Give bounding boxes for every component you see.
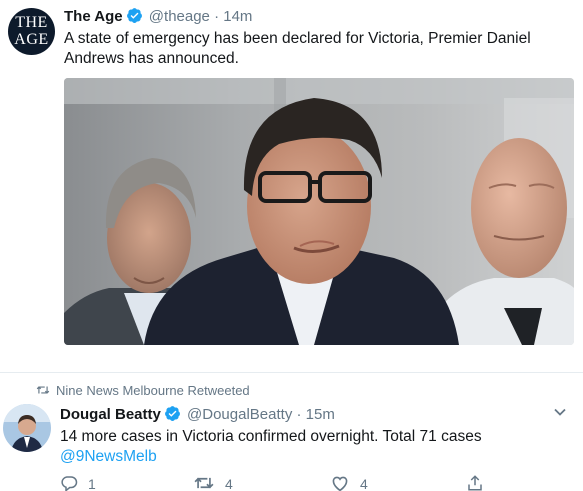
author-handle[interactable]: @theage xyxy=(149,8,210,25)
verified-badge-icon xyxy=(126,8,142,23)
heart-icon xyxy=(332,476,348,491)
like-count: 4 xyxy=(360,476,368,491)
retweet-count: 4 xyxy=(225,476,233,491)
share-icon xyxy=(468,475,482,491)
mention-link[interactable]: @9NewsMelb xyxy=(60,448,157,465)
avatar-the-age[interactable]: THE AGE xyxy=(8,8,55,55)
retweet-button[interactable]: 4 xyxy=(193,474,233,491)
retweet-icon xyxy=(36,386,50,394)
chevron-down-icon[interactable] xyxy=(553,405,567,419)
tweet-timestamp[interactable]: 14m xyxy=(223,8,252,25)
author-handle[interactable]: @DougalBeatty xyxy=(187,406,292,423)
like-button[interactable]: 4 xyxy=(330,474,368,491)
reply-count: 1 xyxy=(88,476,96,491)
avatar-logo-line2: AGE xyxy=(14,31,49,48)
avatar-logo-line1: THE xyxy=(15,14,48,31)
author-name[interactable]: Dougal Beatty xyxy=(60,406,161,423)
avatar-dougal-beatty[interactable] xyxy=(3,404,51,452)
verified-badge-icon xyxy=(164,406,180,421)
tweet-the-age[interactable]: THE AGE The Age @theage · 14m A state of… xyxy=(0,0,583,372)
press-conference-photo xyxy=(64,78,574,345)
tweet-header: Dougal Beatty @DougalBeatty · 15m xyxy=(60,405,335,423)
tweet-divider xyxy=(0,372,583,373)
tweet-text: 14 more cases in Victoria confirmed over… xyxy=(60,427,570,467)
tweet-text-body: 14 more cases in Victoria confirmed over… xyxy=(60,428,482,445)
tweet-actions: 1 4 4 xyxy=(60,474,540,491)
share-button[interactable] xyxy=(466,474,494,491)
retweet-icon xyxy=(194,477,214,489)
tweet-timestamp[interactable]: 15m xyxy=(306,406,335,423)
tweet-text: A state of emergency has been declared f… xyxy=(64,30,531,67)
reply-button[interactable]: 1 xyxy=(60,474,96,491)
retweet-context[interactable]: Nine News Melbourne Retweeted xyxy=(36,383,250,398)
reply-icon xyxy=(61,476,78,491)
author-name[interactable]: The Age xyxy=(64,8,123,25)
tweet-photo[interactable] xyxy=(64,78,574,345)
separator-dot: · xyxy=(214,8,220,25)
tweet-header: The Age @theage · 14m xyxy=(64,7,252,25)
avatar-photo xyxy=(3,404,51,452)
separator-dot: · xyxy=(296,406,302,423)
retweet-context-text: Nine News Melbourne Retweeted xyxy=(56,383,250,398)
